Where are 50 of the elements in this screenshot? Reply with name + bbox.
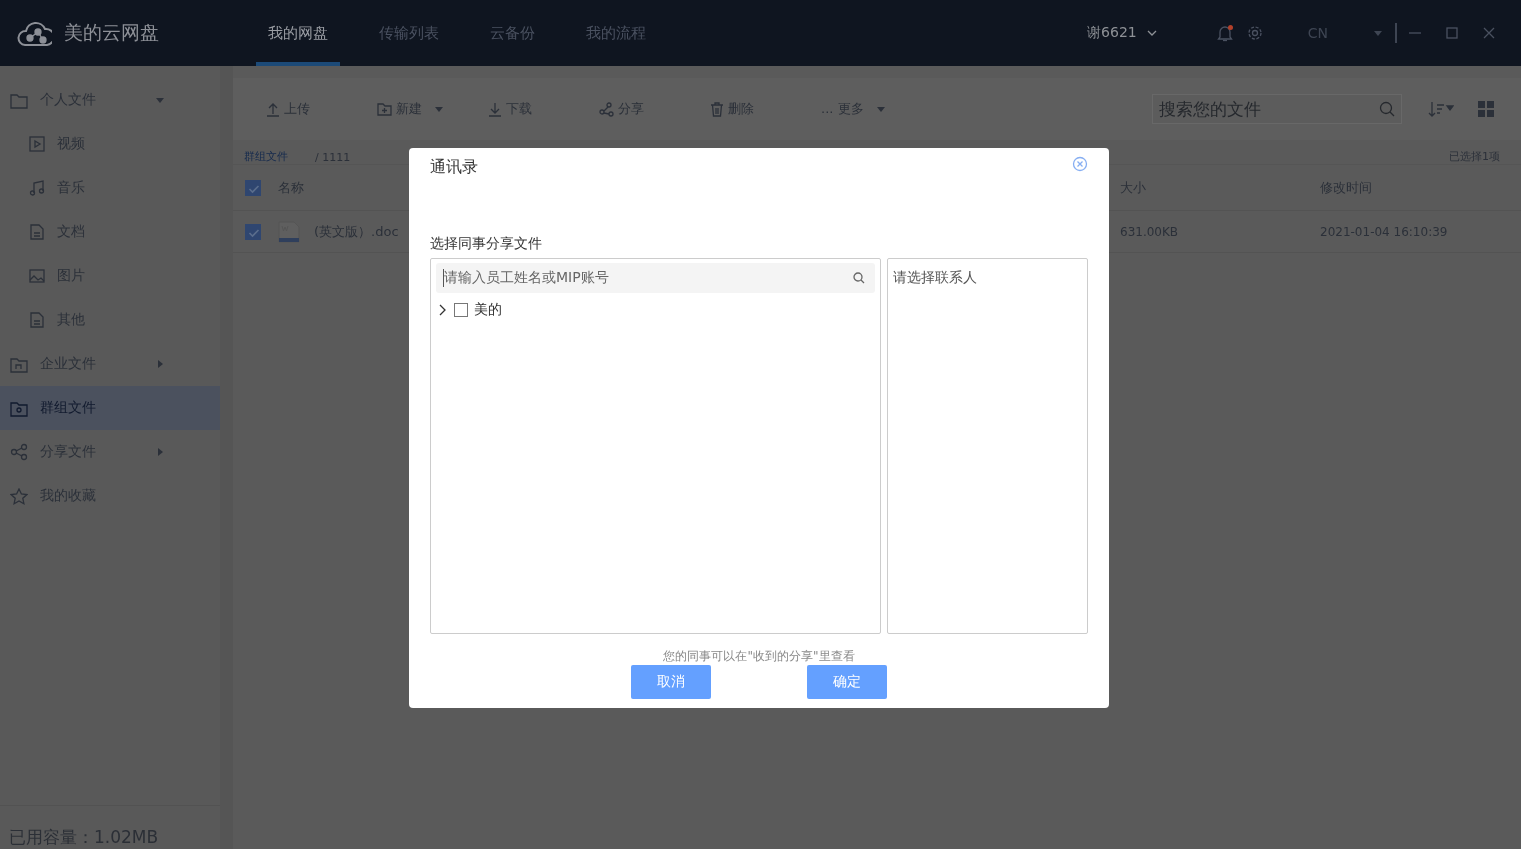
folder-icon — [10, 355, 28, 373]
dialog-title: 通讯录 — [430, 157, 478, 178]
nav-tab[interactable]: 云备份 — [478, 0, 547, 66]
app-name: 美的云网盘 — [64, 20, 159, 45]
breadcrumb-link[interactable]: 群组文件 — [244, 149, 288, 164]
close-icon[interactable] — [1483, 27, 1495, 39]
tree-item[interactable]: 美的 — [436, 301, 875, 319]
sort-icon[interactable] — [1428, 101, 1454, 117]
close-icon[interactable] — [1072, 156, 1088, 172]
folder-icon — [10, 91, 28, 109]
dialog-button[interactable]: 取消 — [631, 665, 711, 699]
settings-icon[interactable] — [1246, 25, 1263, 41]
nav-tab[interactable]: 传输列表 — [367, 0, 451, 66]
checkbox[interactable] — [245, 223, 261, 240]
caret-icon[interactable] — [155, 95, 165, 105]
nav-tab[interactable]: 我的流程 — [574, 0, 658, 66]
music-icon — [29, 180, 45, 196]
search-field[interactable]: 请输入员工姓名或MIP账号 — [436, 263, 875, 293]
sidebar-item[interactable]: 群组文件 — [0, 386, 220, 430]
video-icon — [29, 136, 45, 152]
bell-icon[interactable] — [1216, 24, 1233, 42]
folder-plus-icon — [377, 101, 392, 117]
section-label: 选择同事分享文件 — [430, 235, 542, 252]
trash-icon — [710, 101, 724, 117]
image-icon — [29, 268, 45, 284]
maximize-icon[interactable] — [1446, 27, 1458, 39]
search-icon — [853, 272, 865, 284]
share-icon — [10, 443, 28, 461]
star-icon — [10, 487, 28, 505]
grid-view-icon[interactable] — [1478, 101, 1494, 117]
selected-contacts-list: 请选择联系人 — [887, 258, 1088, 634]
caret-icon[interactable] — [155, 447, 165, 457]
document-icon — [29, 224, 45, 240]
expand-chevron-icon[interactable] — [438, 304, 448, 316]
upload-icon — [266, 101, 280, 117]
caret-icon[interactable] — [155, 359, 165, 369]
search-icon — [1379, 101, 1395, 117]
folder-icon — [10, 399, 28, 417]
checkbox[interactable] — [245, 179, 261, 196]
hint-text: 您的同事可以在"收到的分享"里查看 — [663, 649, 855, 663]
caret-icon[interactable] — [434, 104, 444, 114]
caret-icon[interactable] — [875, 104, 886, 114]
dialog-button[interactable]: 确定 — [807, 665, 887, 699]
user-menu[interactable]: 谢6621 — [1087, 24, 1157, 42]
caret-icon[interactable] — [1373, 28, 1383, 38]
document-icon — [29, 312, 45, 328]
download-icon — [488, 101, 502, 117]
checkbox[interactable] — [454, 303, 468, 317]
chevron-icon — [1146, 30, 1157, 36]
share-icon — [599, 101, 614, 117]
